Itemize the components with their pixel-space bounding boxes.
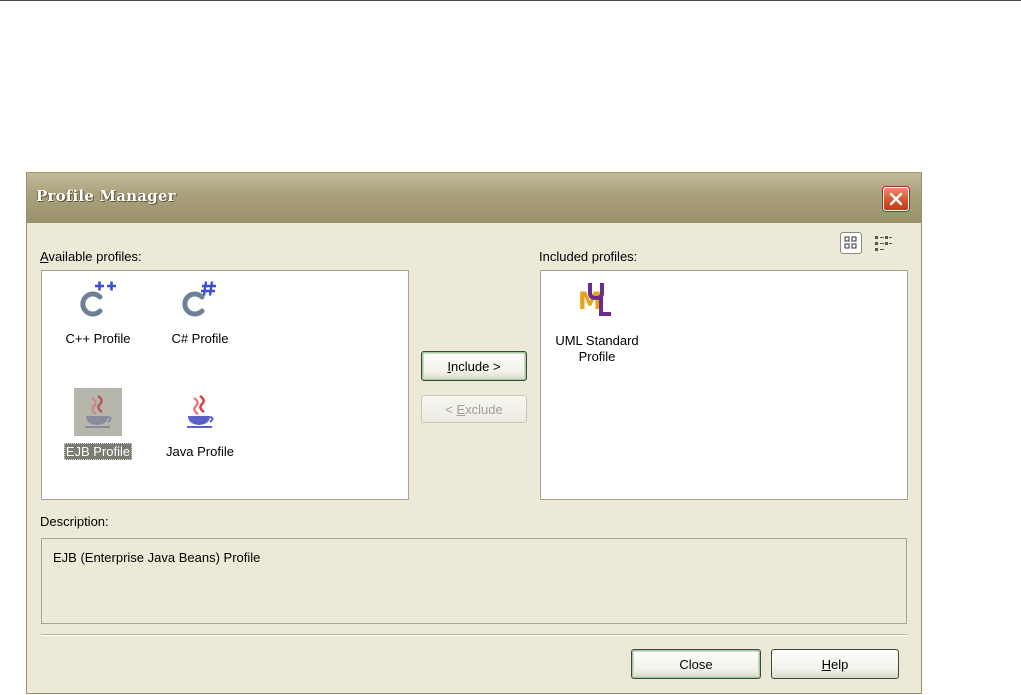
help-button[interactable]: Help — [771, 649, 899, 679]
cpp-icon — [80, 281, 116, 317]
ejb-icon — [85, 394, 112, 428]
profile-manager-dialog: Profile Manager Available profiles: C++ … — [26, 172, 922, 694]
description-text: EJB (Enterprise Java Beans) Profile — [53, 550, 261, 565]
list-view-icon — [875, 236, 892, 251]
footer-separator — [41, 634, 907, 636]
item-caption-line2: Profile — [578, 349, 616, 364]
window-title: Profile Manager — [36, 187, 176, 205]
list-item-csharp-profile[interactable]: C# Profile — [154, 281, 246, 353]
page-top-rule — [0, 0, 1021, 1]
large-icons-icon — [844, 236, 857, 249]
available-profiles-label: Available profiles: — [40, 249, 142, 264]
list-item-uml-standard-profile[interactable]: M UML Standard Profile — [547, 279, 647, 369]
available-profiles-list[interactable]: C++ Profile C# Profile EJB Profile Java … — [41, 270, 409, 500]
description-box: EJB (Enterprise Java Beans) Profile — [41, 538, 907, 624]
included-profiles-label: Included profiles: — [539, 249, 638, 264]
item-caption: C# Profile — [171, 331, 229, 346]
list-item-ejb-profile[interactable]: EJB Profile — [52, 388, 144, 464]
item-caption-line1: UML Standard — [555, 333, 639, 348]
included-profiles-list[interactable]: M UML Standard Profile — [540, 270, 908, 500]
list-item-java-profile[interactable]: Java Profile — [154, 388, 246, 464]
exclude-button[interactable]: < Exclude — [421, 395, 527, 423]
description-label: Description: — [40, 514, 109, 529]
close-button[interactable]: Close — [631, 649, 761, 679]
uml-icon: M — [578, 283, 611, 316]
csharp-icon — [182, 281, 216, 317]
include-button[interactable]: Include > — [421, 351, 527, 381]
item-caption: C++ Profile — [65, 331, 131, 346]
item-caption: Java Profile — [166, 444, 234, 459]
java-icon — [187, 394, 214, 428]
close-icon — [889, 192, 903, 206]
title-bar[interactable]: Profile Manager — [27, 173, 921, 223]
item-caption: EJB Profile — [63, 443, 133, 460]
list-item-cpp-profile[interactable]: C++ Profile — [52, 281, 144, 353]
large-icons-view-toggle[interactable] — [840, 232, 862, 254]
close-window-button[interactable] — [883, 187, 909, 211]
list-view-toggle[interactable] — [872, 232, 894, 254]
